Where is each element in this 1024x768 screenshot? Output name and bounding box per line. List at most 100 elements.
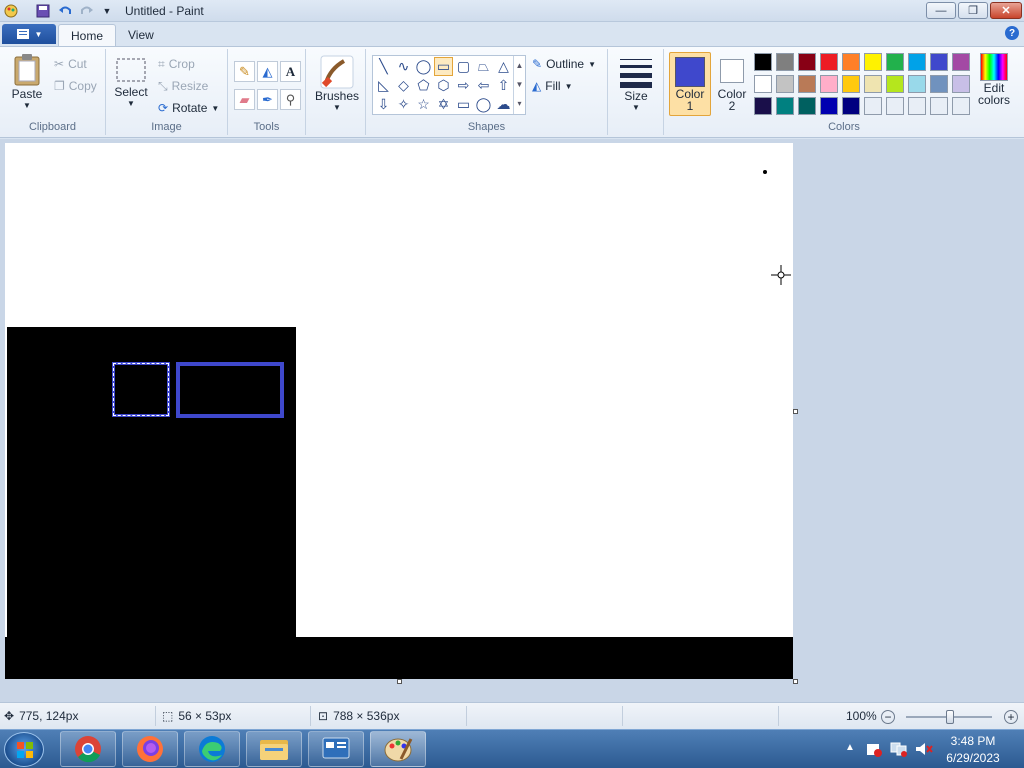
paint-menu-button[interactable]: ▼ [2, 24, 56, 44]
drawing-canvas[interactable] [5, 143, 793, 679]
color2-button[interactable]: Color 2 [714, 52, 750, 116]
color-swatch[interactable] [864, 97, 882, 115]
copy-button[interactable]: ❐ Copy [54, 77, 97, 95]
color-swatch[interactable] [842, 53, 860, 71]
color-swatch[interactable] [886, 53, 904, 71]
fill-button[interactable]: ◭ Fill ▼ [532, 77, 572, 95]
diamond-shape-icon[interactable]: ◇ [394, 76, 413, 95]
color1-button[interactable]: Color 1 [669, 52, 711, 116]
redo-icon[interactable] [78, 2, 96, 20]
save-icon[interactable] [34, 2, 52, 20]
fill-bucket-icon[interactable]: ◭ [257, 61, 278, 82]
paint-app-icon[interactable] [2, 2, 20, 20]
color-swatch[interactable] [820, 75, 838, 93]
taskbar-file-explorer[interactable] [246, 731, 302, 767]
color-swatch[interactable] [908, 53, 926, 71]
color-swatch[interactable] [952, 75, 970, 93]
color-swatch[interactable] [754, 53, 772, 71]
customize-toolbar-icon[interactable]: ▼ [98, 2, 116, 20]
outline-button[interactable]: ✎ Outline ▼ [532, 55, 596, 73]
hexagon-shape-icon[interactable]: ⬡ [434, 76, 453, 95]
clock[interactable]: 3:48 PM 6/29/2023 [944, 734, 1002, 765]
size-button[interactable]: Size ▼ [618, 55, 654, 112]
taskbar-chrome[interactable] [60, 731, 116, 767]
restore-button[interactable]: ❐ [958, 2, 988, 19]
taskbar-control-panel[interactable] [308, 731, 364, 767]
zoom-slider[interactable] [906, 710, 992, 724]
color-swatch[interactable] [820, 53, 838, 71]
color-swatch[interactable] [952, 53, 970, 71]
help-icon[interactable]: ? [1005, 26, 1019, 40]
eraser-icon[interactable]: ▰ [234, 89, 255, 110]
pentagon-shape-icon[interactable]: ⬠ [414, 76, 433, 95]
paste-button[interactable]: Paste ▼ [8, 53, 46, 110]
zoom-slider-thumb[interactable] [946, 710, 954, 724]
pencil-icon[interactable]: ✎ [234, 61, 255, 82]
close-button[interactable]: ✕ [990, 2, 1022, 19]
minimize-button[interactable]: — [926, 2, 956, 19]
line-shape-icon[interactable]: ╲ [374, 57, 393, 76]
color-swatch[interactable] [908, 97, 926, 115]
color-swatch[interactable] [886, 75, 904, 93]
crop-button[interactable]: ⌗ Crop [158, 55, 195, 73]
taskbar-edge[interactable] [184, 731, 240, 767]
color-swatch[interactable] [930, 53, 948, 71]
show-hidden-icons[interactable]: ▲ [845, 742, 855, 753]
resize-handle-bottom[interactable] [397, 679, 402, 684]
polygon-shape-icon[interactable]: ⏢ [474, 57, 493, 76]
volume-muted-icon[interactable] [915, 741, 933, 760]
color-swatch[interactable] [776, 75, 794, 93]
rounded-rectangle-shape-icon[interactable]: ▢ [454, 57, 473, 76]
color-swatch[interactable] [776, 53, 794, 71]
color-swatch[interactable] [798, 97, 816, 115]
brushes-button[interactable]: Brushes ▼ [314, 55, 360, 112]
resize-button[interactable]: ⤡ Resize [158, 77, 208, 95]
magnifier-icon[interactable]: ⚲ [280, 89, 301, 110]
tab-home[interactable]: Home [58, 24, 117, 46]
cloud-callout-shape-icon[interactable]: ☁ [494, 95, 513, 114]
color-swatch[interactable] [798, 53, 816, 71]
cut-button[interactable]: ✂ Cut [54, 55, 87, 73]
shapes-scroll[interactable]: ▲ ▼ ▾ [513, 56, 525, 114]
right-triangle-shape-icon[interactable]: ◺ [374, 76, 393, 95]
color-swatch[interactable] [908, 75, 926, 93]
oval-callout-shape-icon[interactable]: ◯ [474, 95, 493, 114]
four-point-star-shape-icon[interactable]: ✧ [394, 95, 413, 114]
network-icon[interactable] [890, 741, 908, 760]
color-swatch[interactable] [864, 75, 882, 93]
color-swatch[interactable] [952, 97, 970, 115]
start-button[interactable] [4, 732, 44, 767]
color-swatch[interactable] [842, 75, 860, 93]
color-swatch[interactable] [886, 97, 904, 115]
color-swatch[interactable] [820, 97, 838, 115]
rounded-callout-shape-icon[interactable]: ▭ [454, 95, 473, 114]
zoom-out-icon[interactable]: − [881, 710, 895, 724]
action-center-icon[interactable] [866, 741, 882, 760]
taskbar-paint[interactable] [370, 731, 426, 767]
zoom-in-icon[interactable]: + [1004, 710, 1018, 724]
undo-icon[interactable] [56, 2, 74, 20]
text-tool-icon[interactable]: A [280, 61, 301, 82]
color-swatch[interactable] [864, 53, 882, 71]
five-point-star-shape-icon[interactable]: ☆ [414, 95, 433, 114]
color-swatch[interactable] [776, 97, 794, 115]
color-swatch[interactable] [842, 97, 860, 115]
resize-handle-right[interactable] [793, 409, 798, 414]
resize-handle-corner[interactable] [793, 679, 798, 684]
edit-colors-button[interactable]: Edit colors [974, 53, 1014, 117]
up-arrow-shape-icon[interactable]: ⇧ [494, 76, 513, 95]
color-swatch[interactable] [754, 75, 772, 93]
left-arrow-shape-icon[interactable]: ⇦ [474, 76, 493, 95]
color-swatch[interactable] [930, 97, 948, 115]
six-point-star-shape-icon[interactable]: ✡ [434, 95, 453, 114]
triangle-shape-icon[interactable]: △ [494, 57, 513, 76]
oval-shape-icon[interactable]: ◯ [414, 57, 433, 76]
rotate-button[interactable]: ⟳ Rotate ▼ [158, 99, 219, 117]
selected-rectangle[interactable] [112, 362, 170, 417]
right-arrow-shape-icon[interactable]: ⇨ [454, 76, 473, 95]
rectangle-shape-icon[interactable]: ▭ [434, 57, 453, 76]
curve-shape-icon[interactable]: ∿ [394, 57, 413, 76]
color-swatch[interactable] [930, 75, 948, 93]
color-swatch[interactable] [798, 75, 816, 93]
color-picker-icon[interactable]: ✒ [257, 89, 278, 110]
